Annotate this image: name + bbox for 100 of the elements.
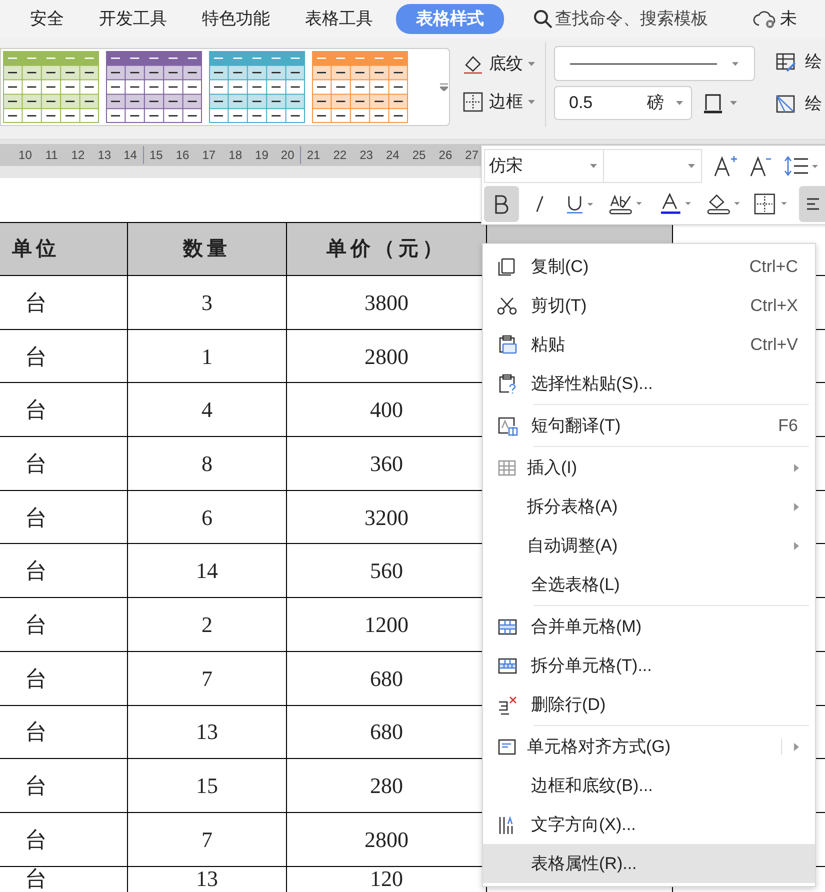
table-cell: 8 [128, 437, 287, 490]
ribbon-tab[interactable]: 安全 [30, 4, 64, 34]
table-style-thumbnail[interactable] [3, 51, 99, 123]
menu-shortcut: F6 [778, 414, 798, 437]
caret-icon [732, 62, 739, 66]
table-cell: 14 [128, 544, 287, 598]
table-style-thumbnail[interactable] [106, 51, 202, 123]
borders-icon[interactable] [754, 192, 789, 216]
menu-item-label: 合并单元格(M) [531, 616, 642, 638]
menu-item-label: 表格属性(R)... [531, 852, 638, 875]
menu-item-label: 拆分表格(A) [527, 496, 619, 518]
border-color-icon [702, 92, 724, 114]
table-cell: 6 [128, 490, 287, 544]
table-style-thumbnail[interactable] [312, 51, 408, 123]
line-width-field[interactable]: 0.5 磅 [554, 86, 692, 120]
submenu-arrow-icon [794, 542, 799, 550]
table-cell: 1 [128, 330, 287, 382]
align-left-icon [805, 196, 822, 212]
font-name: 仿宋 [489, 154, 523, 177]
table-cell: 13 [128, 706, 287, 758]
line-width-value: 0.5 [569, 92, 594, 114]
menu-item-label: 短句翻译(T) [531, 414, 622, 437]
ruler-number: 19 [254, 147, 270, 164]
menu-item-label: 复制(C) [531, 256, 590, 278]
ruler-number: 13 [96, 147, 112, 164]
draw-table-button[interactable]: 绘 [775, 47, 822, 77]
highlight-icon[interactable] [609, 192, 644, 216]
menu-shortcut: Ctrl+C [749, 256, 798, 278]
caret-icon [590, 164, 597, 168]
menu-item-label: 全选表格(L) [531, 574, 621, 596]
table-cell: 台 [0, 706, 128, 758]
diagonal-border-icon [775, 93, 797, 115]
table-cell: 15 [128, 759, 287, 812]
table-cell: 台 [0, 437, 128, 490]
ribbon-tab[interactable]: 特色功能 [202, 4, 270, 34]
draw-diagonal-button[interactable]: 绘 [775, 89, 822, 119]
menu-item-label: 剪切(T) [531, 294, 588, 317]
line-width-unit: 磅 [647, 92, 664, 114]
border-button[interactable]: 边框 [462, 89, 535, 115]
menu-item-label: 单元格对齐方式(G) [527, 736, 672, 758]
line-spacing-icon[interactable] [784, 154, 818, 176]
ribbon-tab[interactable]: 开发工具 [99, 4, 167, 34]
table-cell: 台 [0, 490, 128, 544]
search-placeholder: 查找命令、搜索模板 [555, 8, 708, 30]
table-cell: 台 [0, 812, 128, 866]
table-cell: 3 [128, 276, 287, 329]
table-cell: 台 [0, 544, 128, 598]
ruler-number: 18 [228, 147, 243, 164]
table-header-cell: 数量 [128, 223, 287, 275]
shading-button[interactable]: 底纹 [462, 51, 535, 77]
table-cell: 台 [0, 330, 128, 382]
table-cell: 台 [0, 866, 128, 892]
caret-icon [676, 101, 683, 105]
delete-row-icon [496, 694, 518, 716]
menu-item-label: 选择性粘贴(S)... [531, 372, 654, 395]
ruler-number: 17 [201, 147, 217, 164]
ruler-number: 14 [118, 146, 144, 164]
ruler-number: 24 [384, 147, 400, 164]
cloud-icon [753, 9, 777, 29]
table-style-thumbnail[interactable] [209, 51, 305, 123]
bold-icon [493, 194, 510, 214]
ruler-number: 27 [464, 147, 480, 164]
search-icon [533, 9, 553, 29]
table-cell: 台 [0, 652, 128, 704]
draw-table-icon [775, 51, 797, 73]
menu-item[interactable]: 表格属性(R)... [483, 844, 815, 883]
line-style-dropdown[interactable] [554, 46, 755, 81]
menu-item-label: 文字方向(X)... [531, 814, 637, 836]
font-color-icon[interactable] [660, 192, 694, 216]
table-cell: 台 [0, 759, 128, 812]
ruler-number: 12 [70, 147, 86, 164]
search-field[interactable]: 查找命令、搜索模板 [533, 6, 708, 32]
align-button[interactable] [798, 186, 825, 222]
submenu-arrow-icon [794, 464, 799, 472]
menu-shortcut: Ctrl+V [750, 334, 798, 356]
gallery-more-icon[interactable] [440, 83, 448, 91]
bold-button[interactable] [484, 186, 519, 222]
caret-icon [528, 62, 535, 66]
table-cell: 台 [0, 598, 128, 651]
table-cell: 7 [128, 812, 287, 866]
fill-color-icon[interactable] [707, 192, 740, 216]
translate-icon [496, 414, 518, 436]
submenu-arrow-icon [794, 502, 799, 510]
ruler-number: 21 [306, 147, 322, 164]
ribbon-tab[interactable]: 表格工具 [305, 4, 373, 34]
ruler-number: 20 [274, 146, 302, 164]
ruler-number: 26 [438, 147, 454, 164]
ruler-number: 10 [18, 147, 33, 164]
table-header-cell: 单位 [0, 223, 128, 275]
menu-item-label: 拆分单元格(T)... [531, 654, 653, 677]
table-cell: 台 [0, 276, 128, 329]
caret-icon [528, 100, 535, 104]
border-color-button[interactable] [702, 92, 737, 114]
font-dropdown[interactable]: 仿宋 [484, 148, 604, 182]
table-cell: 台 [0, 383, 128, 436]
table-cell: 4 [128, 383, 287, 436]
table-cell: 2 [128, 598, 287, 651]
cloud-label: 未 [780, 8, 797, 30]
table-header-cell: 单价（元） [287, 223, 487, 275]
ruler-number: 25 [411, 147, 427, 164]
